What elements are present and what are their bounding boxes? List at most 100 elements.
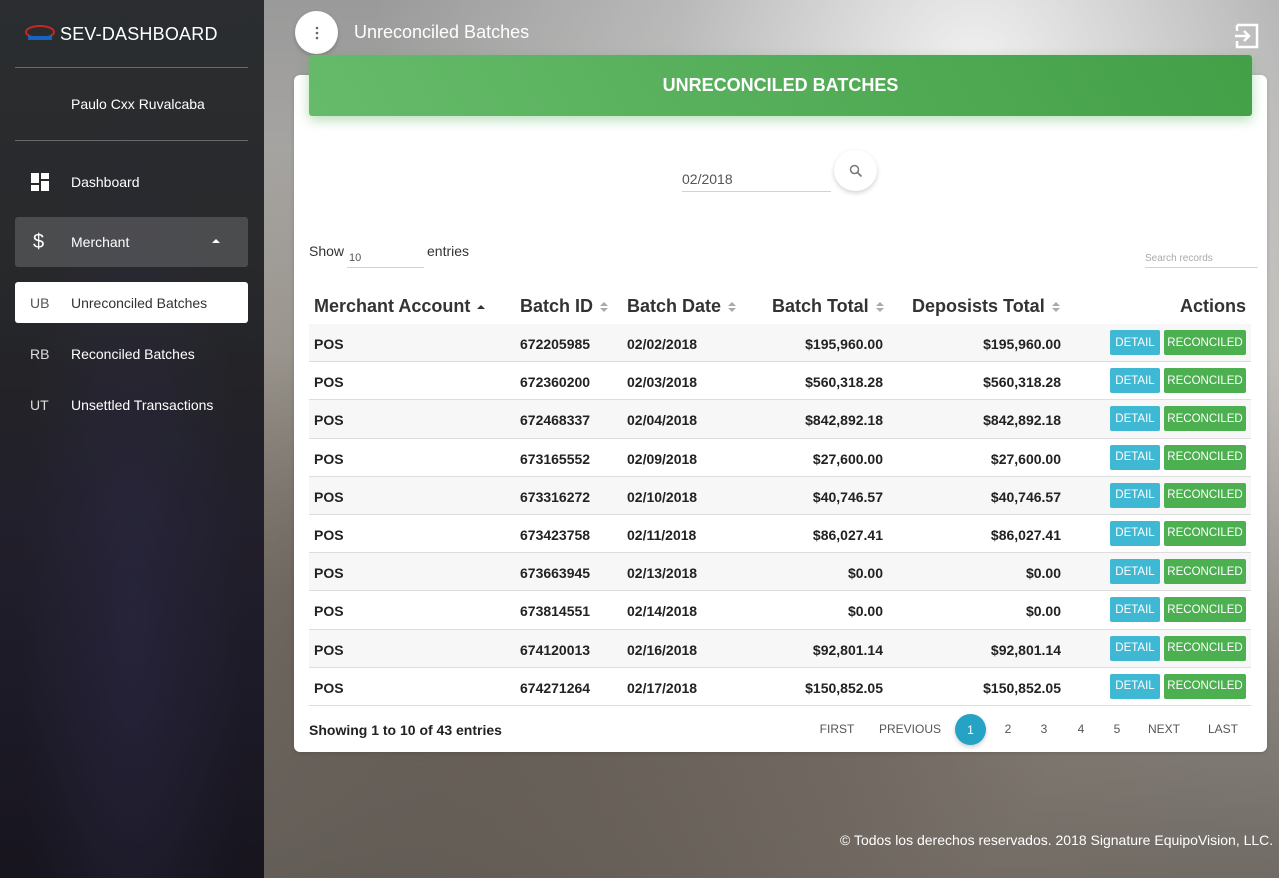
batch-date-cell: 02/04/2018 xyxy=(627,412,698,429)
table-header: Merchant Account Batch ID Batch Date Bat… xyxy=(309,288,1251,324)
batch-id-cell: 673165552 xyxy=(520,450,591,467)
pager-page-1[interactable]: 1 xyxy=(955,714,986,745)
divider xyxy=(15,67,248,68)
pager-page-3[interactable]: 3 xyxy=(1032,714,1056,744)
pager-page-2[interactable]: 2 xyxy=(996,714,1020,744)
reconciled-button[interactable]: RECONCILED xyxy=(1164,559,1246,585)
sidebar-item-merchant[interactable]: $ Merchant xyxy=(15,217,248,267)
reconciled-button[interactable]: RECONCILED xyxy=(1164,635,1246,661)
sort-icon xyxy=(600,301,609,313)
batch-total-cell: $86,027.41 xyxy=(812,526,883,543)
table-row: POS 672205985 02/02/2018 $195,960.00 $195,96… xyxy=(309,324,1251,363)
batch-total-cell: $0.00 xyxy=(847,565,883,582)
batch-id-cell: 672360200 xyxy=(520,374,591,391)
search-icon xyxy=(849,164,862,177)
sidebar: SEV-DASHBOARD Paulo Cxx Ruvalcaba Dashbo… xyxy=(0,0,264,878)
dollar-icon: $ xyxy=(33,230,45,253)
date-input[interactable] xyxy=(682,160,831,192)
deposits-total-cell: $27,600.00 xyxy=(990,450,1061,467)
detail-button[interactable]: DETAIL xyxy=(1110,330,1160,355)
search-records-input[interactable] xyxy=(1145,249,1258,268)
logout-icon[interactable] xyxy=(1233,22,1261,50)
col-batch-id[interactable]: Batch ID xyxy=(520,296,609,317)
caret-up-icon xyxy=(212,239,220,243)
batch-date-cell: 02/16/2018 xyxy=(627,641,698,658)
table-row: POS 674120013 02/16/2018 $92,801.14 $92,801.… xyxy=(309,629,1251,668)
table-row: POS 672468337 02/04/2018 $842,892.18 $842,89… xyxy=(309,400,1251,439)
batch-id-cell: 672468337 xyxy=(520,412,591,429)
col-batch-total[interactable]: Batch Total xyxy=(772,296,884,317)
entries-select[interactable]: 10 xyxy=(347,250,424,268)
reconciled-button[interactable]: RECONCILED xyxy=(1164,406,1246,432)
detail-button[interactable]: DETAIL xyxy=(1110,406,1160,432)
pager-page-4[interactable]: 4 xyxy=(1069,714,1093,744)
page-title: Unreconciled Batches xyxy=(354,22,530,42)
merchant-account-cell: POS xyxy=(314,679,344,696)
batch-total-cell: $0.00 xyxy=(847,603,883,620)
sidebar-item-dashboard[interactable]: Dashboard xyxy=(15,162,248,202)
batch-id-cell: 673814551 xyxy=(520,603,591,620)
batch-total-cell: $27,600.00 xyxy=(812,450,883,467)
batch-date-cell: 02/09/2018 xyxy=(627,450,698,467)
merchant-account-cell: POS xyxy=(314,412,344,429)
col-deposits-total[interactable]: Deposists Total xyxy=(912,296,1060,317)
batch-id-cell: 673663945 xyxy=(520,565,591,582)
table-row: POS 673663945 02/13/2018 $0.00 $0.00 DETAIL RE… xyxy=(309,553,1251,592)
reconciled-button[interactable]: RECONCILED xyxy=(1164,520,1246,546)
batch-date-cell: 02/11/2018 xyxy=(627,526,697,543)
deposits-total-cell: $40,746.57 xyxy=(990,488,1061,505)
batch-date-cell: 02/02/2018 xyxy=(627,336,698,352)
pager-page-5[interactable]: 5 xyxy=(1105,714,1129,744)
table-row: POS 673316272 02/10/2018 $40,746.57 $40,746.… xyxy=(309,476,1251,515)
card-header: UNRECONCILED BATCHES xyxy=(309,55,1252,116)
reconciled-button[interactable]: RECONCILED xyxy=(1164,597,1246,623)
brand-title: SEV-DASHBOARD xyxy=(60,23,218,44)
table-info: Showing 1 to 10 of 43 entries xyxy=(309,722,502,738)
pager-next[interactable]: NEXT xyxy=(1143,714,1185,744)
batch-date-cell: 02/14/2018 xyxy=(627,603,698,620)
sidebar-item-unsettled-transactions[interactable]: UT Unsettled Transactions xyxy=(15,385,248,425)
table-row: POS 672360200 02/03/2018 $560,318.28 $560,31… xyxy=(309,362,1251,401)
detail-button[interactable]: DETAIL xyxy=(1110,673,1160,699)
batch-id-cell: 673423758 xyxy=(520,526,591,543)
detail-button[interactable]: DETAIL xyxy=(1110,597,1160,623)
merchant-account-cell: POS xyxy=(314,565,344,582)
search-button[interactable] xyxy=(834,150,877,191)
deposits-total-cell: $842,892.18 xyxy=(983,412,1061,429)
brand[interactable]: SEV-DASHBOARD xyxy=(24,14,218,54)
deposits-total-cell: $560,318.28 xyxy=(983,374,1061,391)
deposits-total-cell: $0.00 xyxy=(1025,565,1061,582)
sidebar-item-reconciled-batches[interactable]: RB Reconciled Batches xyxy=(15,334,248,374)
sidebar-item-label: Dashboard xyxy=(71,174,140,190)
reconciled-button[interactable]: RECONCILED xyxy=(1164,330,1246,355)
col-batch-date[interactable]: Batch Date xyxy=(627,296,737,317)
detail-button[interactable]: DETAIL xyxy=(1110,368,1160,394)
table-body: POS 672205985 02/02/2018 $195,960.00 $195,96… xyxy=(309,324,1251,706)
merchant-account-cell: POS xyxy=(314,526,344,543)
detail-button[interactable]: DETAIL xyxy=(1110,635,1160,661)
pager-last[interactable]: LAST xyxy=(1202,714,1244,744)
reconciled-button[interactable]: RECONCILED xyxy=(1164,482,1246,508)
reconciled-button[interactable]: RECONCILED xyxy=(1164,368,1246,394)
reconciled-button[interactable]: RECONCILED xyxy=(1164,444,1246,470)
more-menu-button[interactable] xyxy=(295,11,338,54)
reconciled-button[interactable]: RECONCILED xyxy=(1164,673,1246,699)
detail-button[interactable]: DETAIL xyxy=(1110,559,1160,585)
pager-previous[interactable]: PREVIOUS xyxy=(877,714,943,744)
sidebar-item-abbr: RB xyxy=(30,346,50,362)
detail-button[interactable]: DETAIL xyxy=(1110,520,1160,546)
merchant-account-cell: POS xyxy=(314,374,344,391)
detail-button[interactable]: DETAIL xyxy=(1110,482,1160,508)
sidebar-item-unreconciled-batches[interactable]: UB Unreconciled Batches xyxy=(15,282,248,323)
batch-id-cell: 672205985 xyxy=(520,336,591,352)
detail-button[interactable]: DETAIL xyxy=(1110,444,1160,470)
sort-asc-icon xyxy=(477,301,486,313)
sidebar-item-label: Reconciled Batches xyxy=(71,346,195,362)
brand-logo-icon xyxy=(24,23,56,45)
entries-label: entries xyxy=(427,243,470,259)
pager-first[interactable]: FIRST xyxy=(813,714,861,744)
more-vert-icon xyxy=(315,26,318,39)
user-name[interactable]: Paulo Cxx Ruvalcaba xyxy=(71,96,205,112)
col-merchant-account[interactable]: Merchant Account xyxy=(314,296,486,317)
sidebar-item-label: Unreconciled Batches xyxy=(71,294,208,311)
